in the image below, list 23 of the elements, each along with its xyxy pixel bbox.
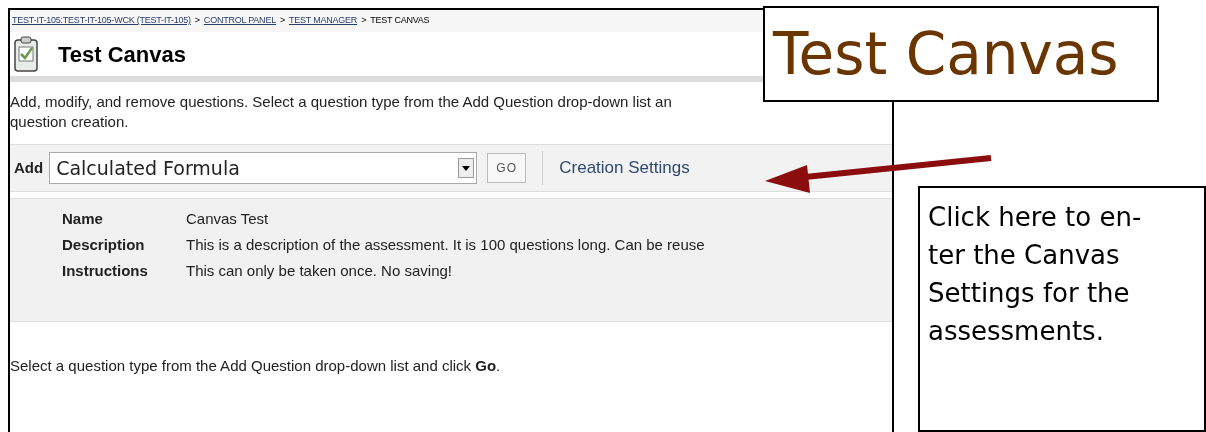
breadcrumb-separator: > [279, 14, 285, 28]
callout-text: Click here to en- ter the Canvas Settings for the assessments. [928, 201, 1143, 348]
add-label: Add [14, 157, 44, 178]
field-value: This can only be taken once. No saving! [186, 261, 452, 281]
page-title: Test Canvas [58, 40, 186, 69]
field-value: This is a description of the assessment. It is 100 questions long. Can be reuse [186, 235, 705, 255]
field-value: Canvas Test [186, 209, 269, 229]
intro-text: Add, modify, and remove questions. Select a question type from the Add Question drop-down list an question creation. [10, 92, 673, 132]
field-label: Name [62, 209, 104, 229]
callout-title: Test Canvas [773, 25, 1119, 83]
field-label: Instructions [62, 261, 149, 281]
clipboard-check-icon [14, 36, 38, 72]
breadcrumb-link[interactable]: TEST MANAGER [289, 14, 358, 28]
breadcrumb-separator: > [361, 14, 367, 28]
breadcrumb-link[interactable]: TEST-IT-105:TEST-IT-105-WCK (TEST-IT-105) [12, 14, 191, 28]
instruction-text: Select a question type from the Add Question drop-down list and click Go. [10, 357, 501, 374]
breadcrumb-link[interactable]: CONTROL PANEL [203, 14, 276, 28]
breadcrumb-separator: > [194, 14, 200, 28]
go-button[interactable]: GO [487, 153, 527, 183]
breadcrumb-current: TEST CANVAS [370, 14, 430, 28]
field-label: Description [62, 235, 146, 255]
creation-settings-link[interactable]: Creation Settings [559, 155, 690, 181]
question-type-dropdown[interactable]: Calculated Formula [49, 152, 478, 184]
